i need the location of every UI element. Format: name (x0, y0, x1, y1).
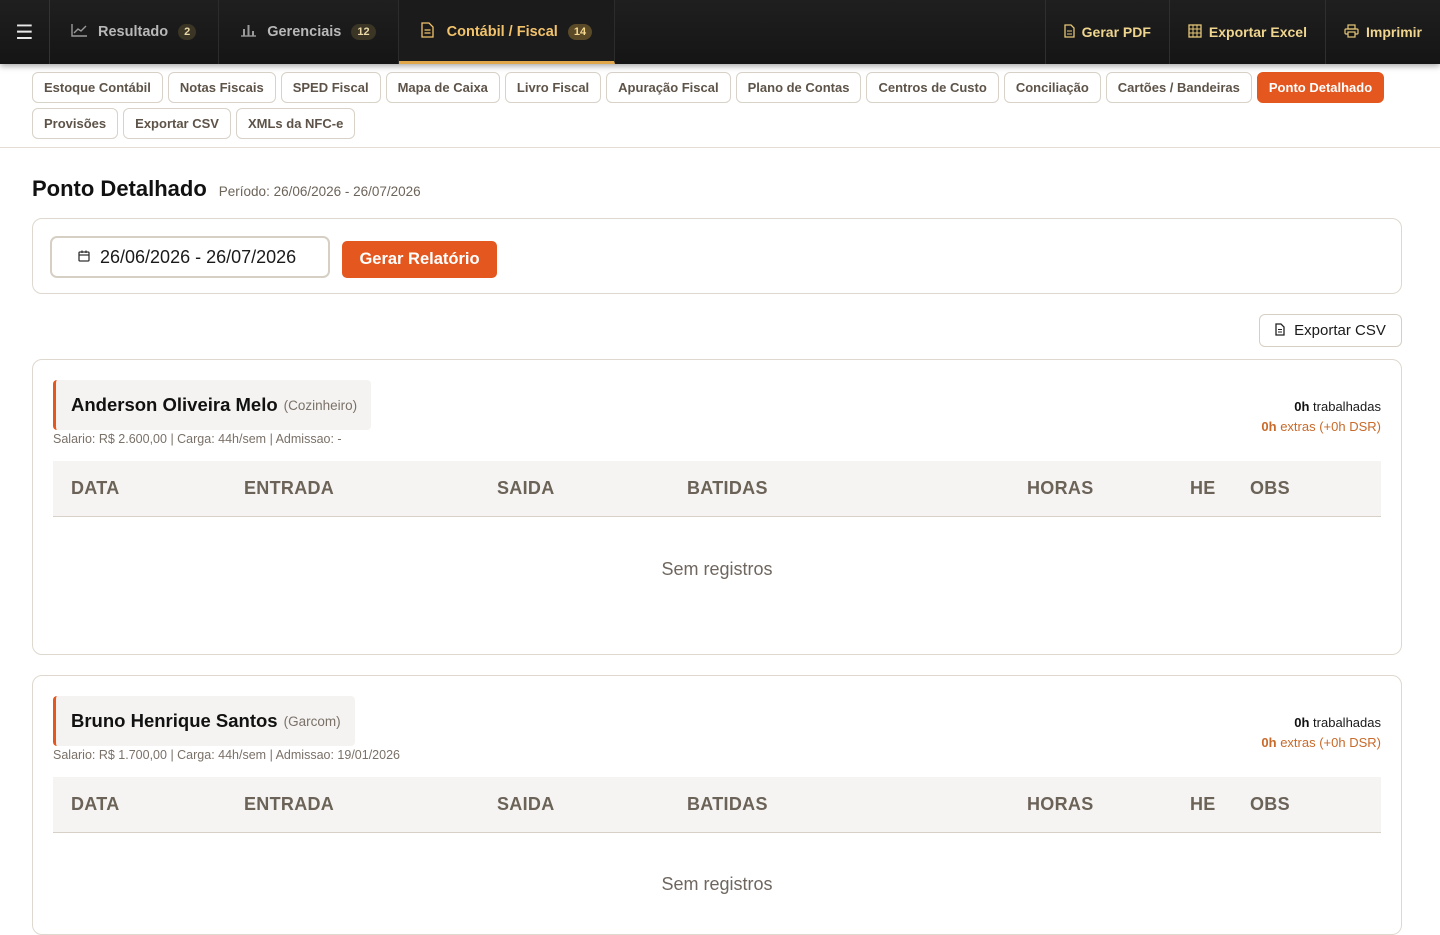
column-header-data: DATA (71, 794, 120, 814)
print-button[interactable]: Imprimir (1324, 0, 1440, 64)
export-excel-button[interactable]: Exportar Excel (1168, 0, 1325, 64)
page-header: Ponto Detalhado Período: 26/06/2026 - 26… (32, 176, 421, 202)
page-title: Ponto Detalhado (32, 176, 207, 201)
employee-card: Bruno Henrique Santos (Garcom) Salario: … (32, 675, 1402, 935)
subtab-estoque-contabil[interactable]: Estoque Contábil (32, 72, 163, 103)
column-header-he: HE (1190, 478, 1216, 498)
column-header-obs: OBS (1250, 478, 1290, 498)
calendar-icon (78, 249, 90, 265)
employee-meta: Salario: R$ 2.600,00 | Carga: 44h/sem | … (53, 432, 342, 446)
table-header: DATA ENTRADA SAIDA BATIDAS HORAS HE OBS (53, 461, 1381, 517)
subtab-ponto-detalhado[interactable]: Ponto Detalhado (1256, 72, 1385, 103)
subtab-sped-fiscal[interactable]: SPED Fiscal (280, 72, 381, 103)
employee-name: Anderson Oliveira Melo (71, 394, 278, 415)
top-navigation-bar: ☰ Resultado 2 Gerenciais 12 Contábil / F… (0, 0, 1440, 64)
extra-hours-value: 0h (1261, 735, 1277, 750)
generate-report-button[interactable]: Gerar Relatório (342, 241, 497, 278)
worked-hours-value: 0h (1294, 399, 1310, 414)
count-badge: 14 (567, 24, 593, 40)
hamburger-menu-button[interactable]: ☰ (0, 0, 50, 64)
line-chart-icon (70, 23, 88, 41)
printer-icon (1344, 23, 1359, 41)
extra-hours-label: extras (+0h DSR) (1280, 419, 1381, 434)
pdf-file-icon (1064, 23, 1075, 41)
column-header-entrada: ENTRADA (244, 794, 335, 814)
column-header-obs: OBS (1250, 794, 1290, 814)
employee-role: (Cozinheiro) (283, 397, 358, 413)
subtab-mapa-de-caixa[interactable]: Mapa de Caixa (385, 72, 500, 103)
subtab-notas-fiscais[interactable]: Notas Fiscais (167, 72, 276, 103)
tab-resultado[interactable]: Resultado 2 (50, 0, 220, 64)
subtab-livro-fiscal[interactable]: Livro Fiscal (504, 72, 602, 103)
column-header-horas: HORAS (1027, 478, 1094, 498)
column-header-batidas: BATIDAS (687, 794, 768, 814)
column-header-batidas: BATIDAS (687, 478, 768, 498)
period-label: Período: 26/06/2026 - 26/07/2026 (218, 184, 421, 199)
worked-hours-value: 0h (1294, 715, 1310, 730)
tab-label: Gerenciais (267, 24, 342, 40)
employee-stats: 0h trabalhadas 0h extras (+0h DSR) (1261, 713, 1381, 753)
employee-role: (Garcom) (283, 713, 341, 729)
bar-chart-icon (239, 23, 257, 41)
subtab-provisoes[interactable]: Provisões (32, 108, 119, 139)
worked-hours-label: trabalhadas (1313, 399, 1381, 414)
employee-name: Bruno Henrique Santos (71, 710, 278, 731)
extra-hours: 0h extras (+0h DSR) (1261, 417, 1381, 437)
extra-hours: 0h extras (+0h DSR) (1261, 733, 1381, 753)
tab-gerenciais[interactable]: Gerenciais 12 (219, 0, 399, 64)
action-label: Exportar Excel (1208, 24, 1307, 40)
employee-meta: Salario: R$ 1.700,00 | Carga: 44h/sem | … (53, 748, 400, 762)
file-icon (1275, 322, 1285, 339)
subtab-xmls-nfce[interactable]: XMLs da NFC-e (235, 108, 356, 139)
column-header-saida: SAIDA (497, 478, 555, 498)
date-range-picker[interactable]: 26/06/2026 - 26/07/2026 (50, 236, 330, 278)
action-label: Gerar PDF (1081, 24, 1151, 40)
employee-card: Anderson Oliveira Melo (Cozinheiro) Sala… (32, 359, 1402, 655)
column-header-he: HE (1190, 794, 1216, 814)
worked-hours: 0h trabalhadas (1261, 397, 1381, 417)
count-badge: 2 (178, 24, 197, 40)
export-csv-label: Exportar CSV (1294, 322, 1386, 339)
worked-hours: 0h trabalhadas (1261, 713, 1381, 733)
column-header-horas: HORAS (1027, 794, 1094, 814)
action-label: Imprimir (1365, 24, 1422, 40)
table-grid-icon (1188, 23, 1202, 41)
column-header-saida: SAIDA (497, 794, 555, 814)
count-badge: 12 (351, 24, 376, 40)
report-subtabs: Estoque Contábil Notas Fiscais SPED Fisc… (0, 64, 1440, 148)
subtab-cartoes-bandeiras[interactable]: Cartões / Bandeiras (1105, 72, 1252, 103)
date-range-value: 26/06/2026 - 26/07/2026 (100, 246, 297, 267)
table-header: DATA ENTRADA SAIDA BATIDAS HORAS HE OBS (53, 777, 1381, 833)
document-icon (419, 22, 437, 42)
filter-card: 26/06/2026 - 26/07/2026 Gerar Relatório (32, 218, 1402, 294)
subtab-plano-de-contas[interactable]: Plano de Contas (735, 72, 862, 103)
employee-stats: 0h trabalhadas 0h extras (+0h DSR) (1261, 397, 1381, 437)
empty-state: Sem registros (661, 874, 773, 894)
tab-label: Resultado (98, 24, 169, 40)
hamburger-icon: ☰ (15, 21, 34, 44)
generate-pdf-button[interactable]: Gerar PDF (1044, 0, 1169, 64)
employee-name-box: Bruno Henrique Santos (Garcom) (53, 696, 355, 746)
extra-hours-value: 0h (1261, 419, 1277, 434)
subtab-centros-de-custo[interactable]: Centros de Custo (866, 72, 999, 103)
column-header-data: DATA (71, 478, 120, 498)
subtab-conciliacao[interactable]: Conciliação (1003, 72, 1101, 103)
tab-contabil-fiscal[interactable]: Contábil / Fiscal 14 (398, 0, 616, 64)
employee-name-box: Anderson Oliveira Melo (Cozinheiro) (53, 380, 372, 430)
extra-hours-label: extras (+0h DSR) (1280, 735, 1381, 750)
column-header-entrada: ENTRADA (244, 478, 335, 498)
subtab-exportar-csv[interactable]: Exportar CSV (123, 108, 231, 139)
subtab-apuracao-fiscal[interactable]: Apuração Fiscal (606, 72, 731, 103)
empty-state: Sem registros (661, 559, 773, 579)
worked-hours-label: trabalhadas (1313, 715, 1381, 730)
export-csv-button[interactable]: Exportar CSV (1259, 314, 1402, 347)
tab-label: Contábil / Fiscal (446, 24, 558, 40)
